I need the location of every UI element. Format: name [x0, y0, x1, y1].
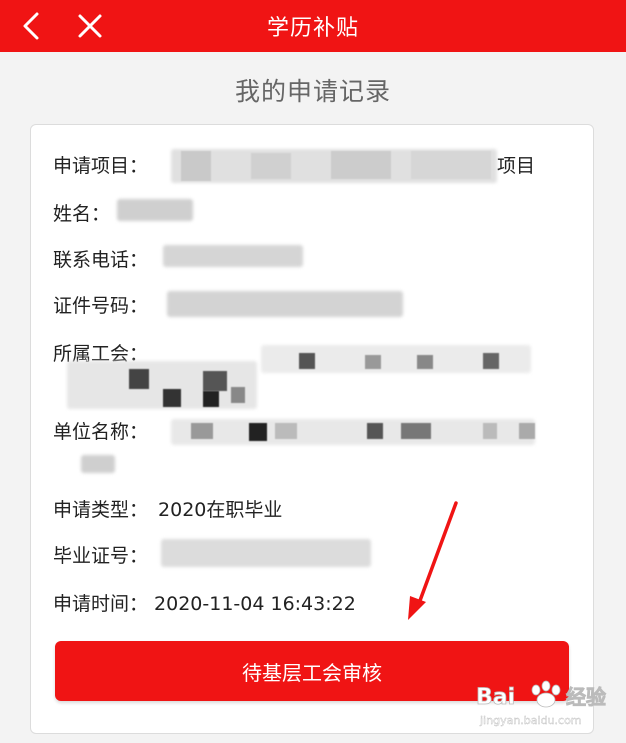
redacted-block	[411, 151, 491, 179]
redacted-block	[483, 423, 497, 439]
redacted-block	[129, 369, 149, 389]
application-type-value: 2020在职毕业	[158, 499, 283, 521]
baidu-paw-icon: Bai 经验 jingyan.baidu.com	[476, 680, 606, 727]
redacted-block	[231, 387, 245, 403]
redacted-block	[417, 355, 433, 369]
field-project: 申请项目：	[53, 151, 148, 178]
redacted-block	[401, 423, 431, 439]
redacted-id-number	[167, 291, 403, 317]
redacted-block	[519, 423, 535, 439]
application-record-card: 申请项目： 项目 姓名： 联系电话： 证件号码： 所属工会： 单位名称： 申请类…	[30, 124, 594, 734]
redacted-name	[117, 199, 193, 221]
watermark-brand: Bai	[476, 685, 515, 710]
close-button[interactable]	[70, 6, 110, 46]
redacted-block	[203, 391, 219, 407]
redacted-organization-2	[81, 455, 115, 473]
redacted-block	[367, 423, 383, 439]
field-project-suffix: 项目	[497, 155, 536, 177]
redacted-block	[181, 151, 211, 181]
redacted-block	[483, 353, 499, 369]
baidu-watermark: Bai 经验 jingyan.baidu.com	[470, 672, 620, 734]
watermark-brand-2: 经验	[566, 685, 606, 709]
redacted-block	[251, 153, 291, 179]
field-organization: 单位名称：	[53, 421, 149, 443]
close-icon	[78, 14, 102, 38]
page-title: 我的申请记录	[234, 77, 391, 106]
redacted-block	[191, 423, 213, 439]
redacted-union-2	[67, 361, 257, 409]
redacted-block	[163, 389, 181, 407]
redacted-block	[299, 353, 315, 369]
redacted-block	[203, 371, 227, 391]
redacted-block	[275, 423, 297, 439]
field-label: 申请项目：	[53, 155, 149, 177]
redacted-block	[249, 423, 267, 441]
redacted-block	[331, 151, 391, 179]
redacted-diploma-number	[161, 539, 371, 567]
redacted-block	[365, 355, 381, 369]
field-name: 姓名：	[53, 203, 111, 225]
application-time-value: 2020-11-04 16:43:22	[154, 593, 356, 615]
field-diploma-number: 毕业证号：	[53, 545, 149, 567]
header-title: 学历补贴	[266, 16, 359, 41]
redacted-organization	[171, 419, 535, 445]
chevron-left-icon	[23, 12, 39, 40]
field-application-type: 申请类型： 2020在职毕业	[53, 499, 283, 521]
back-button[interactable]	[12, 6, 52, 46]
watermark-url: jingyan.baidu.com	[479, 714, 582, 727]
field-id-number: 证件号码：	[53, 295, 149, 317]
redacted-phone	[163, 245, 303, 267]
field-application-time: 申请时间： 2020-11-04 16:43:22	[53, 593, 356, 615]
field-phone: 联系电话：	[53, 249, 149, 271]
app-header: 学历补贴	[0, 0, 626, 52]
